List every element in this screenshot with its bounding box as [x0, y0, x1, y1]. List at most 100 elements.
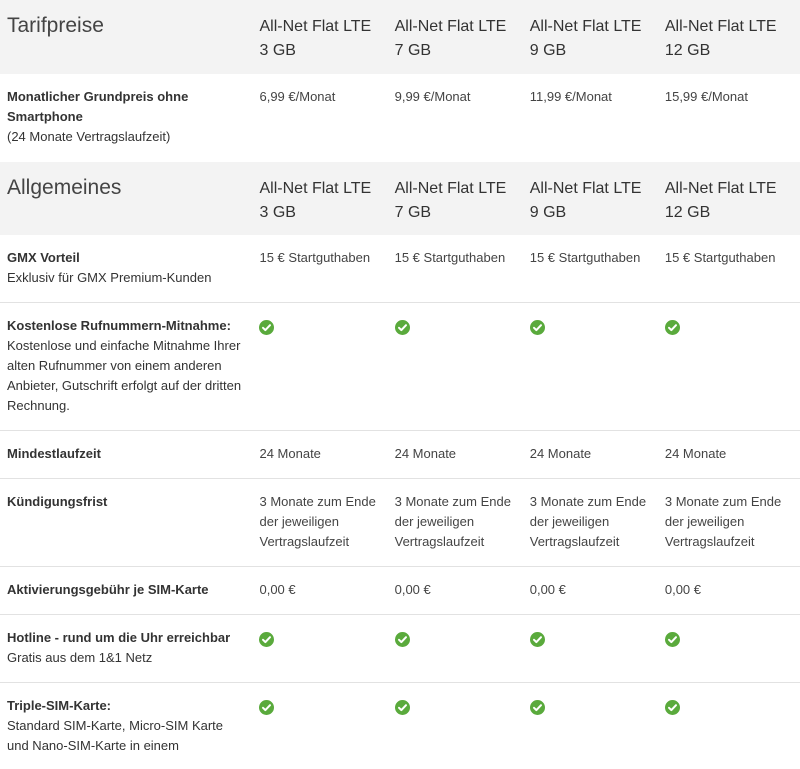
row-label-desc: (24 Monate Vertragslaufzeit)	[7, 129, 171, 144]
value-cell: 3 Monate zum Ende der jeweiligen Vertrag…	[529, 494, 647, 549]
check-circle-icon	[664, 700, 680, 715]
plan-header-3gb: All-Net Flat LTE 3 GB	[260, 0, 395, 74]
value-cell: 0,00 €	[529, 582, 566, 597]
plan-header-3gb: All-Net Flat LTE 3 GB	[260, 162, 395, 235]
check-circle-icon	[394, 700, 410, 715]
plan-header-9gb: All-Net Flat LTE 9 GB	[530, 0, 665, 74]
plan-header-7gb: All-Net Flat LTE 7 GB	[395, 0, 530, 74]
plan-size: 9 GB	[529, 204, 567, 221]
feature-cell	[259, 683, 394, 769]
value-cell: 3 Monate zum Ende der jeweiligen Vertrag…	[259, 494, 376, 549]
check-circle-icon	[529, 632, 545, 647]
price-cell: 15,99 €/Monat	[664, 89, 748, 104]
row-label-title: Mindestlaufzeit	[7, 446, 101, 461]
section-header-tarifpreise: Tarifpreise All-Net Flat LTE 3 GB All-Ne…	[0, 0, 800, 74]
row-label-title: Kündigungsfrist	[7, 494, 108, 509]
row-label-desc: Kostenlose und einfache Mitnahme Ihrer a…	[7, 338, 242, 413]
row-label: Kostenlose Rufnummern-Mitnahme: Kostenlos…	[0, 303, 259, 430]
check-circle-icon	[394, 320, 410, 335]
table-row-rufnummern-mitnahme: Kostenlose Rufnummern-Mitnahme: Kostenlos…	[0, 303, 800, 431]
table-row-aktivierungsgebuehr: Aktivierungsgebühr je SIM-Karte 0,00 € 0,0…	[0, 567, 800, 615]
row-label-desc: Exklusiv für GMX Premium-Kunden	[7, 270, 212, 285]
row-label: Monatlicher Grundpreis ohne Smartphone (…	[0, 74, 259, 162]
plan-header-9gb: All-Net Flat LTE 9 GB	[530, 162, 665, 235]
price-cell: 11,99 €/Monat	[529, 89, 612, 104]
table-row-gmx-vorteil: GMX Vorteil Exklusiv für GMX Premium-Kund…	[0, 235, 800, 303]
value-cell: 24 Monate	[259, 446, 321, 461]
plan-header-12gb: All-Net Flat LTE 12 GB	[665, 0, 800, 74]
feature-cell	[394, 615, 530, 682]
plan-name: All-Net Flat LTE	[664, 18, 777, 35]
row-label-title: Triple-SIM-Karte:	[7, 698, 112, 713]
value-cell: 15 € Startguthaben	[529, 250, 641, 265]
plan-header-12gb: All-Net Flat LTE 12 GB	[665, 162, 800, 235]
table-row-hotline: Hotline - rund um die Uhr erreichbar Grat…	[0, 615, 800, 683]
plan-name: All-Net Flat LTE	[394, 18, 507, 35]
value-cell: 0,00 €	[664, 582, 702, 597]
row-label: Kündigungsfrist	[0, 479, 259, 566]
value-cell: 24 Monate	[394, 446, 457, 461]
feature-cell	[394, 683, 530, 769]
row-label: Aktivierungsgebühr je SIM-Karte	[0, 567, 259, 614]
plan-size: 9 GB	[529, 42, 567, 59]
plan-name: All-Net Flat LTE	[259, 180, 372, 197]
feature-cell	[664, 303, 800, 430]
check-circle-icon	[259, 320, 275, 335]
plan-name: All-Net Flat LTE	[529, 180, 642, 197]
plan-name: All-Net Flat LTE	[394, 180, 507, 197]
feature-cell	[259, 615, 394, 682]
plan-size: 7 GB	[394, 42, 432, 59]
check-circle-icon	[259, 700, 275, 715]
row-label-title: Aktivierungsgebühr je SIM-Karte	[7, 582, 209, 597]
plan-size: 12 GB	[664, 42, 711, 59]
section-title: Allgemeines	[7, 176, 122, 199]
value-cell: 24 Monate	[529, 446, 592, 461]
feature-cell	[394, 303, 530, 430]
value-cell: 3 Monate zum Ende der jeweiligen Vertrag…	[664, 494, 782, 549]
feature-cell	[529, 303, 665, 430]
row-label-desc: Gratis aus dem 1&1 Netz	[7, 650, 153, 665]
plan-name: All-Net Flat LTE	[529, 18, 642, 35]
plan-name: All-Net Flat LTE	[664, 180, 777, 197]
feature-cell	[664, 615, 800, 682]
check-circle-icon	[529, 700, 545, 715]
feature-cell	[664, 683, 800, 769]
table-row-triple-sim: Triple-SIM-Karte: Standard SIM-Karte, Mic…	[0, 683, 800, 769]
table-row-kuendigungsfrist: Kündigungsfrist 3 Monate zum Ende der jew…	[0, 479, 800, 567]
row-label: Mindestlaufzeit	[0, 431, 259, 478]
row-label-title: GMX Vorteil	[7, 250, 80, 265]
check-circle-icon	[664, 632, 680, 647]
row-label-title: Monatlicher Grundpreis ohne Smartphone	[7, 89, 189, 124]
value-cell: 15 € Startguthaben	[259, 250, 371, 265]
row-label: Triple-SIM-Karte: Standard SIM-Karte, Mic…	[0, 683, 259, 769]
table-row-mindestlaufzeit: Mindestlaufzeit 24 Monate 24 Monate 24 Mona…	[0, 431, 800, 479]
feature-cell	[529, 615, 665, 682]
plan-size: 3 GB	[259, 42, 296, 59]
section-title: Tarifpreise	[7, 14, 104, 37]
row-label: Hotline - rund um die Uhr erreichbar Grat…	[0, 615, 259, 682]
section-header-allgemeines: Allgemeines All-Net Flat LTE 3 GB All-Ne…	[0, 162, 800, 235]
plan-size: 12 GB	[664, 204, 711, 221]
price-cell: 6,99 €/Monat	[259, 89, 336, 104]
feature-cell	[259, 303, 394, 430]
value-cell: 0,00 €	[394, 582, 431, 597]
value-cell: 24 Monate	[664, 446, 727, 461]
check-circle-icon	[259, 632, 275, 647]
table-row-grundpreis: Monatlicher Grundpreis ohne Smartphone (…	[0, 74, 800, 162]
check-circle-icon	[529, 320, 545, 335]
plan-size: 3 GB	[259, 204, 296, 221]
value-cell: 15 € Startguthaben	[664, 250, 776, 265]
row-label-desc: Standard SIM-Karte, Micro-SIM Karte und …	[7, 718, 224, 753]
check-circle-icon	[394, 632, 410, 647]
feature-cell	[529, 683, 665, 769]
value-cell: 0,00 €	[259, 582, 296, 597]
value-cell: 3 Monate zum Ende der jeweiligen Vertrag…	[394, 494, 511, 549]
plan-size: 7 GB	[394, 204, 432, 221]
row-label-title: Kostenlose Rufnummern-Mitnahme:	[7, 318, 231, 333]
check-circle-icon	[664, 320, 680, 335]
plan-header-7gb: All-Net Flat LTE 7 GB	[395, 162, 530, 235]
price-cell: 9,99 €/Monat	[394, 89, 471, 104]
value-cell: 15 € Startguthaben	[394, 250, 506, 265]
row-label: GMX Vorteil Exklusiv für GMX Premium-Kund…	[0, 235, 259, 302]
plan-name: All-Net Flat LTE	[259, 18, 372, 35]
